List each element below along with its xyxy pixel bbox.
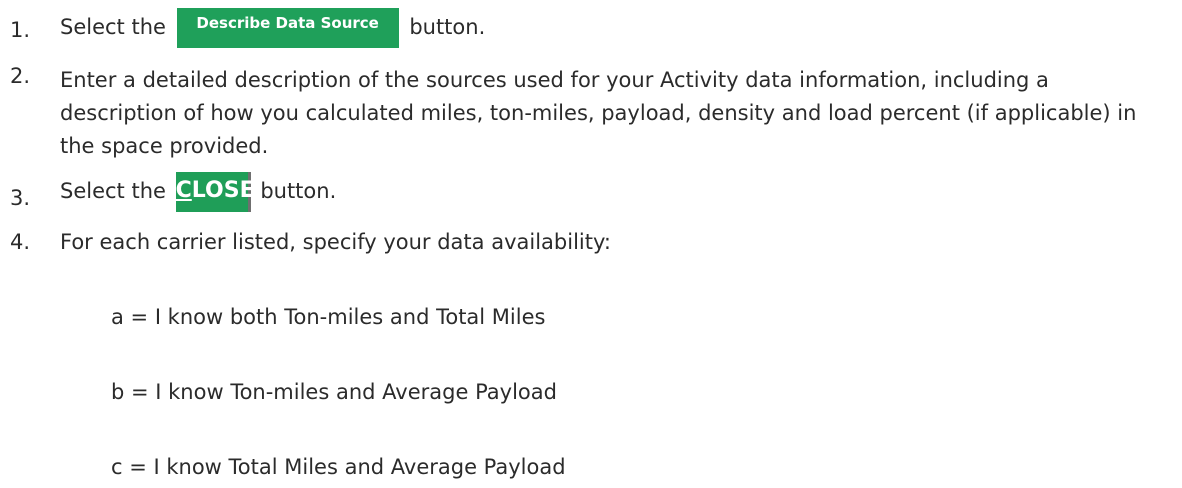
option-c: c = I know Total Miles and Average Paylo… [111, 455, 566, 479]
step-suffix: button. [260, 179, 337, 203]
step-suffix: button. [409, 15, 486, 39]
step-3: 3. Select the CLOSE button. [0, 172, 1182, 216]
step-number: 3. [10, 186, 31, 210]
step-prefix: Select the [60, 179, 166, 203]
describe-data-source-button[interactable]: Describe Data Source [176, 8, 399, 48]
step-text: Enter a detailed description of the sour… [60, 68, 1137, 158]
option-b: b = I know Ton-miles and Average Payload [111, 380, 557, 404]
step-number: 4. [10, 230, 31, 254]
step-1: 1. Select the Describe Data Source butto… [0, 4, 1182, 48]
close-button-label: LOSE [191, 178, 255, 203]
step-number: 1. [10, 18, 31, 42]
step-text: Select the CLOSE button. [60, 172, 336, 212]
step-text: Select the Describe Data Source button. [60, 8, 485, 48]
option-a: a = I know both Ton-miles and Total Mile… [111, 305, 546, 329]
close-button-mnemonic: C [175, 178, 192, 203]
close-button[interactable]: CLOSE [175, 172, 255, 212]
step-text: For each carrier listed, specify your da… [60, 230, 611, 254]
step-number: 2. [10, 64, 31, 88]
step-prefix: Select the [60, 15, 166, 39]
